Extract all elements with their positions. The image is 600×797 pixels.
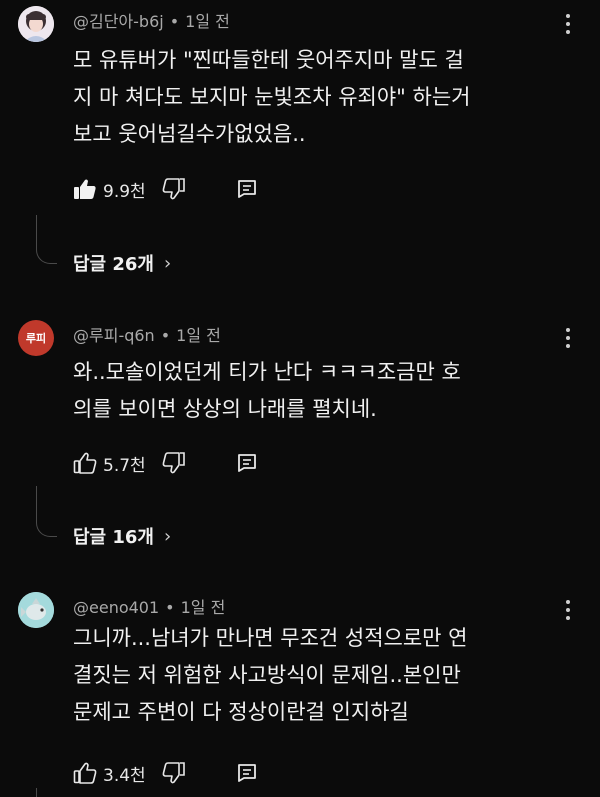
thumbs-down-icon[interactable] <box>162 178 186 200</box>
meta-separator: • <box>165 598 175 617</box>
reply-icon[interactable] <box>236 179 258 199</box>
view-replies-button[interactable]: 답글 16개 › <box>73 523 171 549</box>
avatar-initials: 루피 <box>25 332 47 345</box>
more-vert-icon[interactable] <box>558 598 578 622</box>
thread-connector <box>36 215 57 264</box>
thumbs-up-icon[interactable] <box>73 762 97 784</box>
chevron-right-icon: › <box>164 525 172 547</box>
comment-text: 그니까...남녀가 만나면 무조건 성적으로만 연 결짓는 저 위험한 사고방식… <box>73 626 468 724</box>
avatar-portrait-icon <box>18 6 54 42</box>
like-count: 5.7천 <box>103 455 146 476</box>
comment-actions: 9.9천 <box>73 174 258 204</box>
more-vert-icon[interactable] <box>558 12 578 36</box>
reply-icon[interactable] <box>236 453 258 473</box>
meta-separator: • <box>169 12 180 31</box>
comment-meta: @루피-q6n • 1일 전 <box>73 322 221 346</box>
thumbs-down-icon[interactable] <box>162 762 186 784</box>
replies-label: 답글 16개 <box>73 527 154 548</box>
avatar[interactable]: 루피 <box>18 320 54 356</box>
comment-actions: 3.4천 <box>73 758 258 788</box>
comment-actions: 5.7천 <box>73 448 258 478</box>
comment-author[interactable]: @김단아-b6j <box>73 12 164 31</box>
more-vert-icon[interactable] <box>558 326 578 350</box>
comment-author[interactable]: @eeno401 <box>73 598 159 617</box>
thread-connector <box>36 486 57 537</box>
meta-separator: • <box>160 326 171 345</box>
comment-time[interactable]: 1일 전 <box>185 12 230 31</box>
comment-time[interactable]: 1일 전 <box>176 326 221 345</box>
view-replies-button[interactable]: 답글 26개 › <box>73 250 171 276</box>
comment-meta: @김단아-b6j • 1일 전 <box>73 8 230 32</box>
reply-icon[interactable] <box>236 763 258 783</box>
comment-text: 와..모솔이었던게 티가 난다 ㅋㅋㅋ조금만 호 의를 보이면 상상의 나래를 … <box>73 360 461 421</box>
thumbs-up-icon[interactable] <box>73 452 97 474</box>
avatar[interactable] <box>18 6 54 42</box>
chevron-right-icon: › <box>164 252 172 274</box>
like-count: 9.9천 <box>103 181 146 202</box>
avatar-fish-icon <box>18 592 54 628</box>
comment-author[interactable]: @루피-q6n <box>73 326 155 345</box>
thumbs-up-icon[interactable] <box>73 178 97 200</box>
comment-time[interactable]: 1일 전 <box>181 598 226 617</box>
like-count: 3.4천 <box>103 765 146 786</box>
avatar[interactable] <box>18 592 54 628</box>
comment-text: 모 유튜버가 "찐따들한테 웃어주지마 말도 걸 지 마 쳐다도 보지마 눈빛조… <box>73 48 471 146</box>
thumbs-down-icon[interactable] <box>162 452 186 474</box>
comment-meta: @eeno401 • 1일 전 <box>73 594 225 618</box>
thread-connector <box>36 788 37 797</box>
replies-label: 답글 26개 <box>73 254 154 275</box>
